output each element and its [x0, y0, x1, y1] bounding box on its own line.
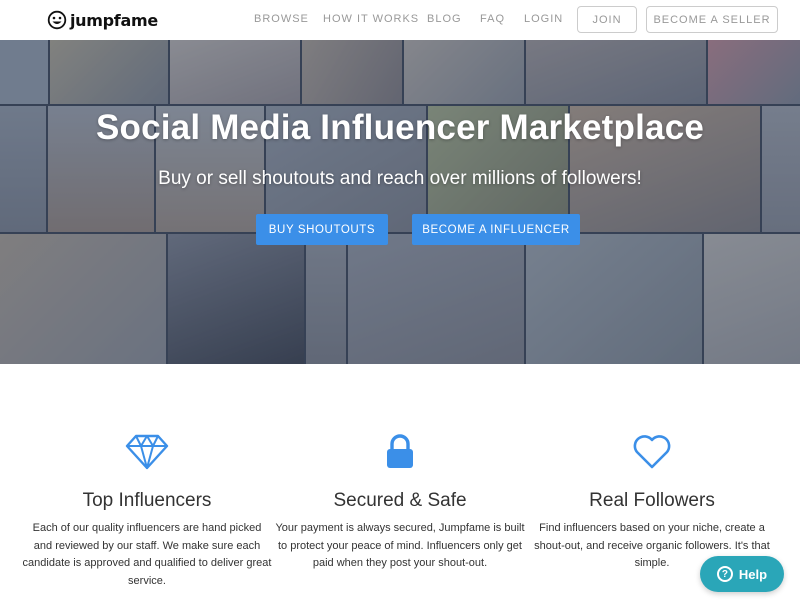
feature-title: Top Influencers [82, 490, 212, 511]
join-button[interactable]: JOIN [577, 6, 637, 33]
nav-link-browse[interactable]: BROWSE [254, 13, 309, 25]
feature-description: Your payment is always secured, Jumpfame… [275, 522, 525, 569]
top-navbar: jumpfame BROWSE HOW IT WORKS BLOG FAQ LO… [0, 0, 800, 40]
feature-icon-wrap [22, 432, 272, 472]
become-seller-button[interactable]: BECOME A SELLER [646, 6, 778, 33]
nav-link-blog[interactable]: BLOG [427, 13, 462, 25]
buy-shoutouts-button[interactable]: BUY SHOUTOUTS [256, 214, 388, 245]
hero-title: Social Media Influencer Marketplace [95, 108, 705, 147]
feature-icon-wrap [527, 432, 777, 472]
feature-title: Real Followers [589, 490, 715, 511]
smiley-face-icon [47, 10, 67, 30]
diamond-icon [125, 434, 169, 470]
feature-top-influencers: Top Influencers Each of our quality infl… [22, 432, 272, 590]
lock-icon [387, 434, 413, 468]
help-label: Help [738, 566, 768, 582]
nav-link-how-it-works[interactable]: HOW IT WORKS [323, 13, 419, 25]
hero-banner: Social Media Influencer Marketplace Buy … [0, 40, 800, 364]
feature-real-followers: Real Followers Find influencers based on… [527, 432, 777, 573]
brand-logo[interactable]: jumpfame [47, 8, 158, 32]
heart-icon [633, 435, 671, 469]
become-influencer-button[interactable]: BECOME A INFLUENCER [412, 214, 580, 245]
question-circle-icon: ? [716, 566, 733, 582]
hero-overlay [0, 40, 800, 364]
help-button[interactable]: ? Help [700, 556, 784, 592]
feature-icon-wrap [275, 432, 525, 472]
feature-secured-safe: Secured & Safe Your payment is always se… [275, 432, 525, 573]
hero-subtitle: Buy or sell shoutouts and reach over mil… [158, 168, 642, 189]
nav-link-faq[interactable]: FAQ [480, 13, 505, 25]
brand-name: jumpfame [70, 10, 158, 30]
feature-description: Each of our quality influencers are hand… [22, 522, 272, 587]
feature-title: Secured & Safe [333, 490, 467, 511]
nav-link-login[interactable]: LOGIN [524, 13, 563, 25]
